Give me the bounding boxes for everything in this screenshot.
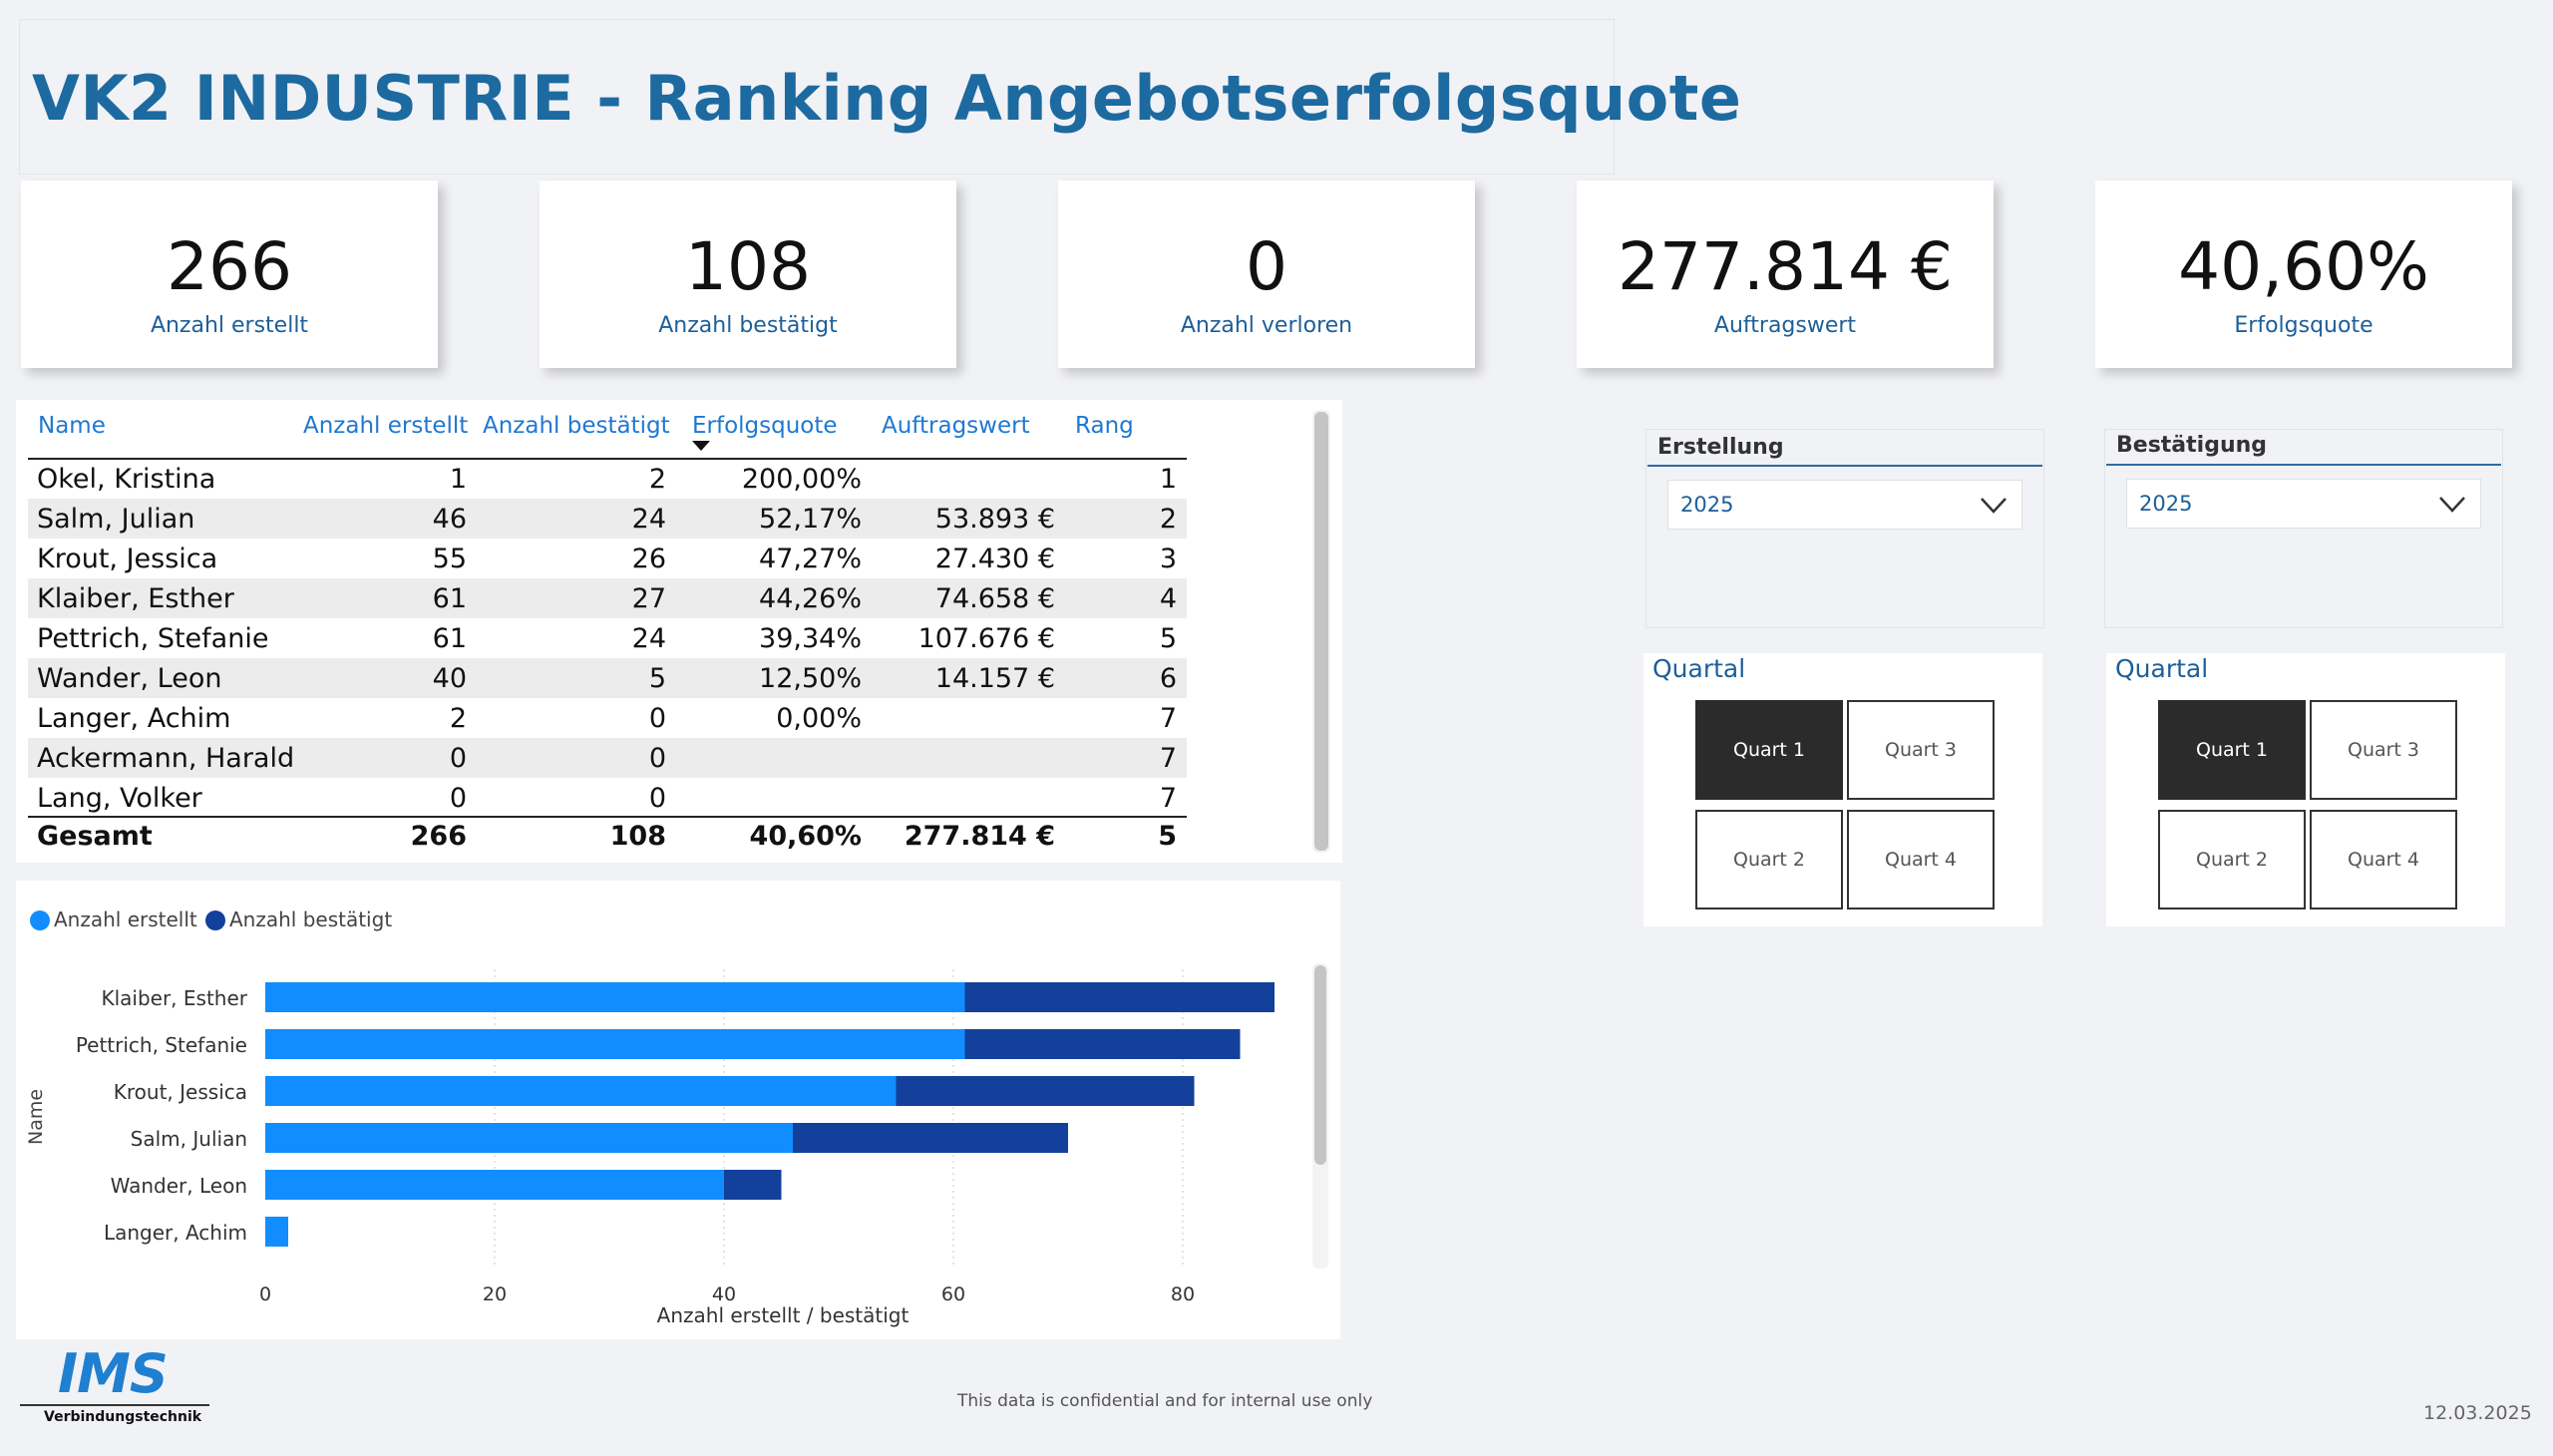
quartal-button-q4[interactable]: Quart 4 [1847, 810, 1995, 910]
company-logo: IMS Verbindungstechnik [20, 1342, 209, 1426]
y-category-label: Salm, Julian [131, 1127, 247, 1151]
bar-bestaetigt[interactable] [793, 1123, 1068, 1153]
slicer-underline [2106, 464, 2501, 466]
chevron-down-icon [2439, 497, 2465, 513]
logo-text: IMS [58, 1342, 169, 1405]
confidential-note: This data is confidential and for intern… [957, 1391, 1373, 1411]
y-category-label: Wander, Leon [111, 1174, 247, 1198]
quartal-title: Quartal [2115, 654, 2209, 683]
bar-bestaetigt[interactable] [724, 1170, 782, 1200]
x-tick-label: 80 [1171, 1283, 1195, 1305]
y-category-label: Klaiber, Esther [101, 986, 247, 1010]
bar-erstellt[interactable] [265, 1029, 965, 1059]
year-dropdown-bestaetigung[interactable]: 2025 [2126, 479, 2481, 529]
y-axis-label: Name [25, 1088, 47, 1145]
year-dropdown-erstellung[interactable]: 2025 [1667, 480, 2022, 530]
chart-scrollbar-thumb[interactable] [1314, 965, 1326, 1165]
x-tick-label: 40 [712, 1283, 736, 1305]
bar-erstellt[interactable] [265, 1076, 897, 1106]
bar-bestaetigt[interactable] [964, 982, 1276, 1012]
x-tick-label: 60 [941, 1283, 965, 1305]
quartal-button-q4[interactable]: Quart 4 [2310, 810, 2457, 910]
dropdown-value: 2025 [1680, 493, 1734, 517]
logo-divider [20, 1404, 209, 1406]
quartal-button-q1[interactable]: Quart 1 [1695, 700, 1843, 800]
quartal-title: Quartal [1652, 654, 1746, 683]
chevron-down-icon [1981, 498, 2006, 514]
slicer-title-bestaetigung: Bestätigung [2116, 433, 2268, 458]
y-category-label: Krout, Jessica [114, 1080, 247, 1104]
x-axis-label: Anzahl erstellt / bestätigt [656, 1303, 910, 1327]
y-category-label: Langer, Achim [104, 1221, 247, 1245]
report-date: 12.03.2025 [2423, 1402, 2532, 1424]
y-category-label: Pettrich, Stefanie [76, 1033, 247, 1057]
quartal-button-q2[interactable]: Quart 2 [2158, 810, 2306, 910]
bar-erstellt[interactable] [265, 1217, 288, 1247]
dropdown-value: 2025 [2139, 492, 2193, 516]
x-tick-label: 0 [259, 1283, 271, 1305]
quartal-button-q1[interactable]: Quart 1 [2158, 700, 2306, 800]
bar-erstellt[interactable] [265, 1123, 793, 1153]
slicer-title-erstellung: Erstellung [1657, 435, 1784, 460]
bar-erstellt[interactable] [265, 982, 965, 1012]
quartal-button-q2[interactable]: Quart 2 [1695, 810, 1843, 910]
bar-erstellt[interactable] [265, 1170, 724, 1200]
x-tick-label: 20 [483, 1283, 507, 1305]
quartal-button-q3[interactable]: Quart 3 [2310, 700, 2457, 800]
bar-bestaetigt[interactable] [964, 1029, 1241, 1059]
quartal-button-q3[interactable]: Quart 3 [1847, 700, 1995, 800]
slicer-bestaetigung [2104, 429, 2503, 628]
slicer-underline [1647, 465, 2042, 467]
logo-subtext: Verbindungstechnik [44, 1409, 202, 1425]
bar-bestaetigt[interactable] [896, 1076, 1195, 1106]
